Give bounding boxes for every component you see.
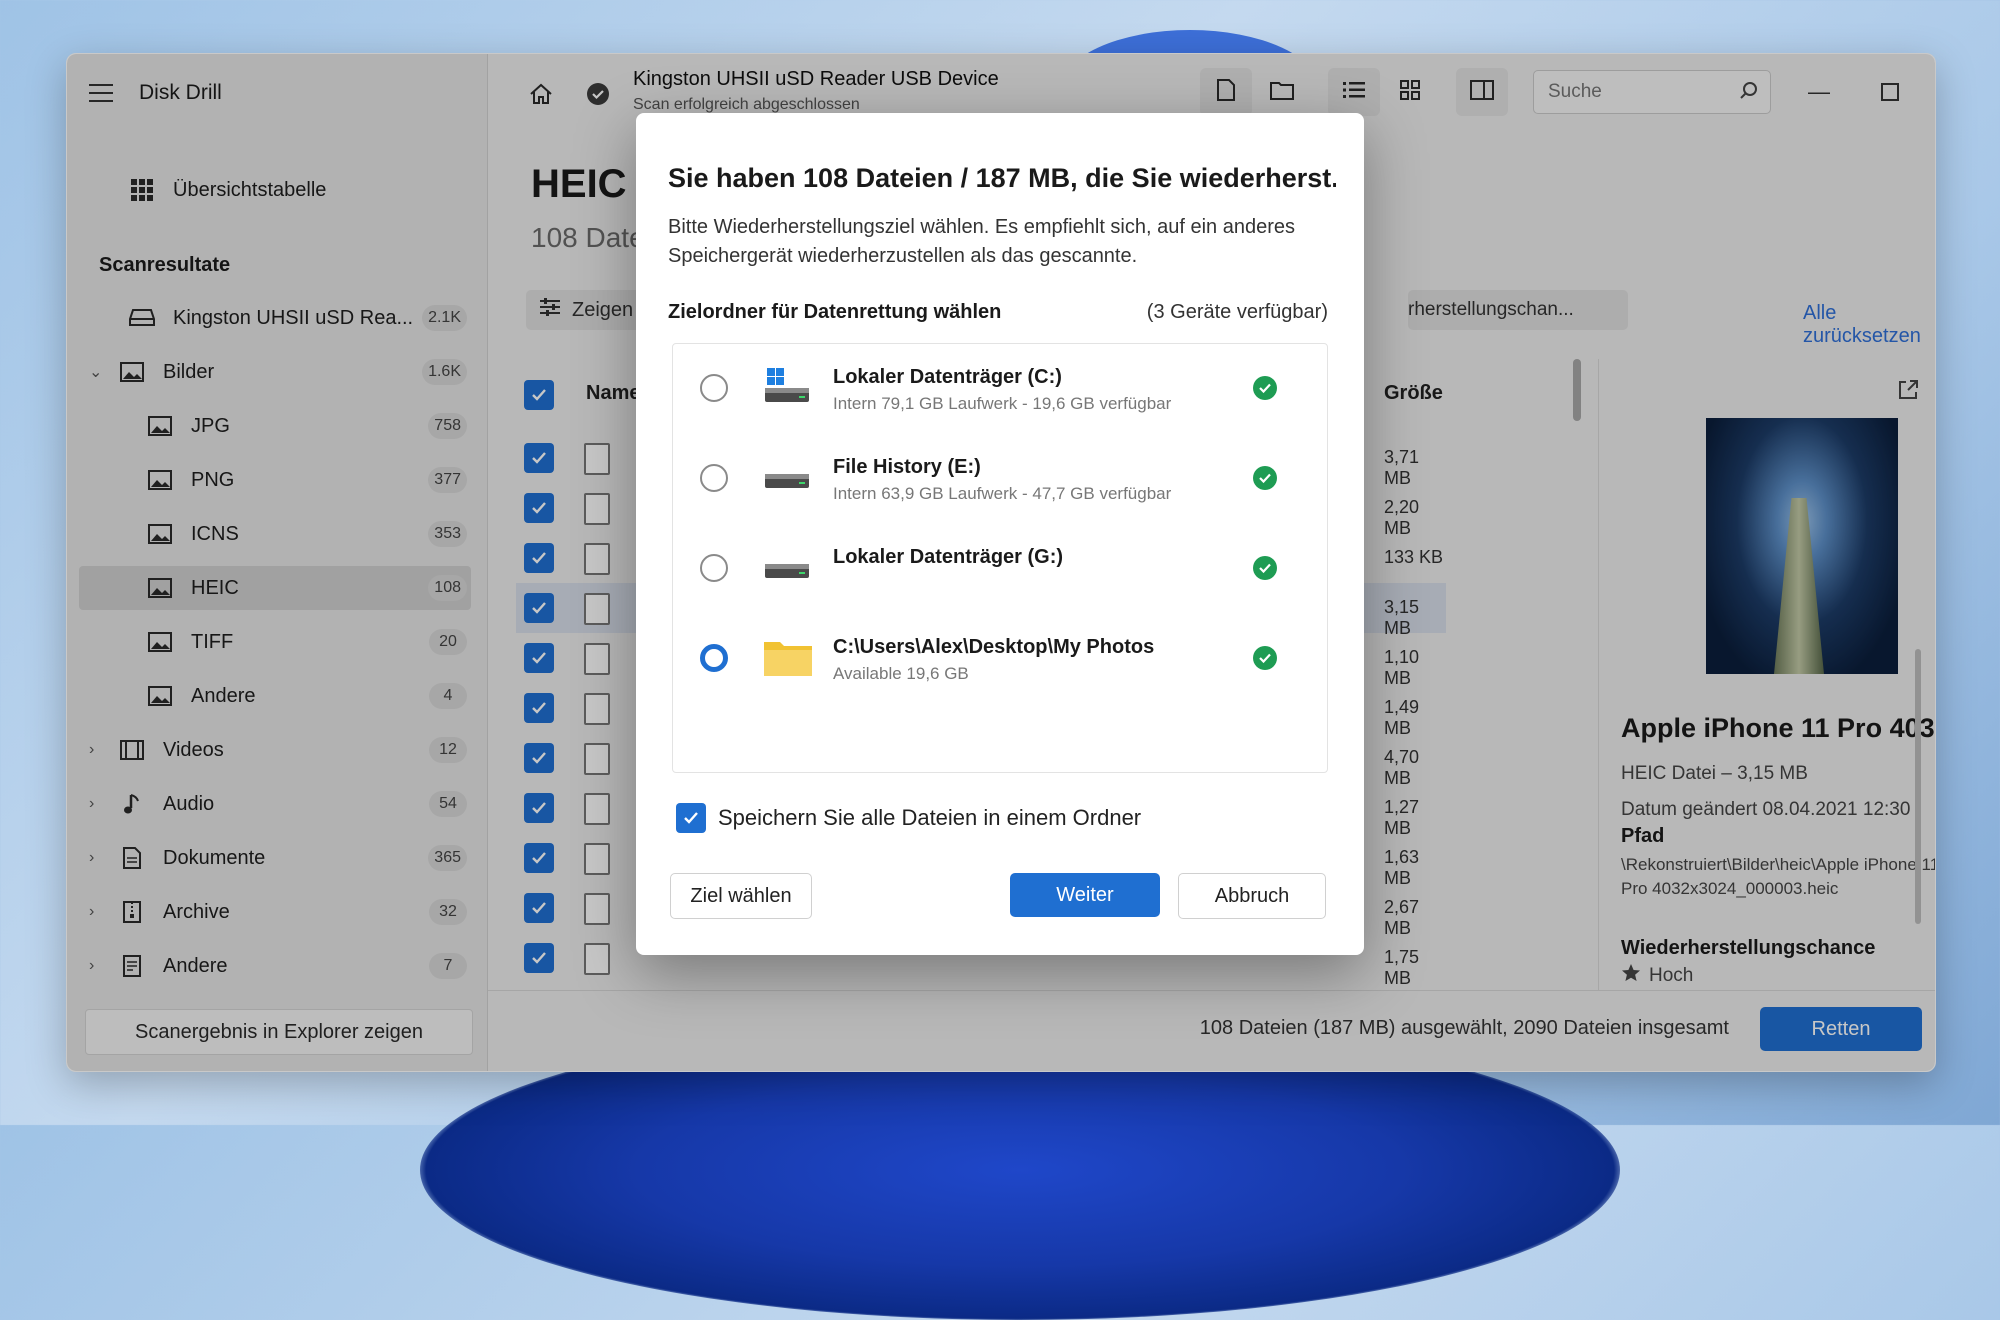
destination-item[interactable]: Lokaler Datenträger (C:) Intern 79,1 GB … [673,344,1327,434]
destination-item-selected[interactable]: C:\Users\Alex\Desktop\My Photos Availabl… [673,614,1327,704]
save-all-checkbox[interactable] [676,803,706,833]
destination-item[interactable]: File History (E:) Intern 63,9 GB Laufwer… [673,434,1327,524]
check-circle-icon [1253,466,1277,490]
destination-radio-selected[interactable] [700,644,728,672]
folder-icon [763,638,812,678]
destination-section-label: Zielordner für Datenrettung wählen [668,301,1002,323]
windows-drive-icon [763,368,811,408]
drive-icon [763,548,811,588]
cancel-button[interactable]: Abbruch [1178,873,1326,919]
destination-radio[interactable] [700,374,728,402]
destination-list: Lokaler Datenträger (C:) Intern 79,1 GB … [672,343,1328,773]
destination-detail: Available 19,6 GB [833,664,969,683]
dialog-title: Sie haben 108 Dateien / 187 MB, die Sie … [668,163,1336,193]
recovery-destination-dialog: Sie haben 108 Dateien / 187 MB, die Sie … [636,113,1364,955]
check-circle-icon [1253,556,1277,580]
destination-name: Lokaler Datenträger (G:) [833,546,1064,568]
destination-name: C:\Users\Alex\Desktop\My Photos [833,636,1155,658]
choose-destination-button[interactable]: Ziel wählen [670,873,812,919]
dialog-description: Bitte Wiederherstellungsziel wählen. Es … [668,216,1295,267]
check-circle-icon [1253,376,1277,400]
save-all-option[interactable]: Speichern Sie alle Dateien in einem Ordn… [676,803,1141,833]
destination-item[interactable]: Lokaler Datenträger (G:) [673,524,1327,614]
destination-radio[interactable] [700,464,728,492]
check-circle-icon [1253,646,1277,670]
destination-detail: Intern 79,1 GB Laufwerk - 19,6 GB verfüg… [833,394,1172,413]
destination-name: File History (E:) [833,456,981,478]
destination-detail: Intern 63,9 GB Laufwerk - 47,7 GB verfüg… [833,484,1172,503]
save-all-label: Speichern Sie alle Dateien in einem Ordn… [718,805,1142,830]
next-button[interactable]: Weiter [1010,873,1160,917]
destination-radio[interactable] [700,554,728,582]
destination-name: Lokaler Datenträger (C:) [833,366,1062,388]
drive-icon [763,458,811,498]
devices-available: (3 Geräte verfügbar) [1146,301,1328,323]
